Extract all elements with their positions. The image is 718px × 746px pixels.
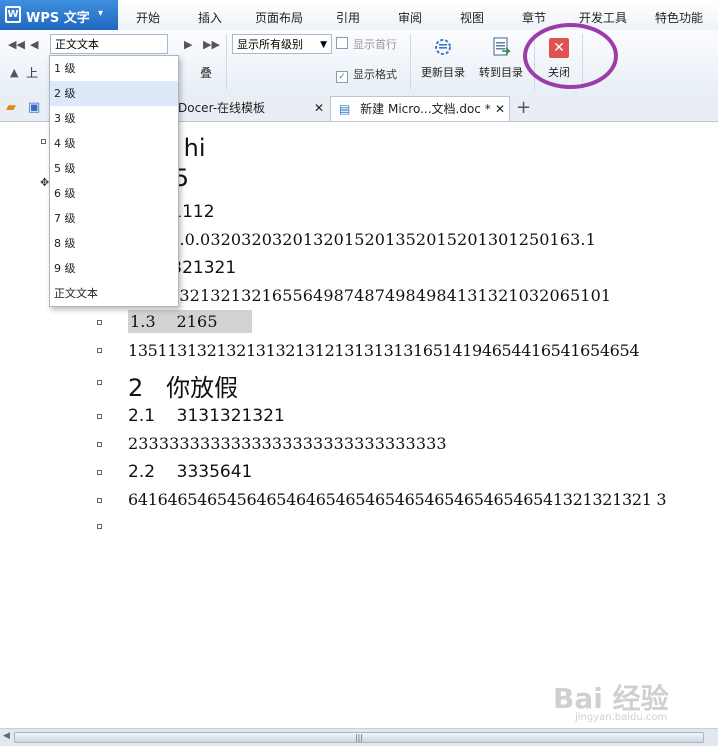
outline-line[interactable]: 2 你放假 bbox=[128, 368, 238, 403]
open-folder-icon[interactable]: ▰ bbox=[6, 100, 16, 115]
level-option-7[interactable]: 7 级 bbox=[50, 206, 178, 231]
goto-toc-label: 转到目录 bbox=[479, 66, 523, 79]
scroll-left-arrow-icon[interactable]: ◀ bbox=[3, 731, 10, 741]
doc-tab-docer[interactable]: Docer-在线模板 ✕ bbox=[178, 96, 328, 121]
level-option-1[interactable]: 1 级 bbox=[50, 56, 178, 81]
level-option-6[interactable]: 6 级 bbox=[50, 181, 178, 206]
outline-line[interactable]: 2.1 3131321321 bbox=[128, 406, 285, 426]
outline-bullet[interactable] bbox=[97, 348, 102, 353]
outline-bullet[interactable] bbox=[97, 380, 102, 385]
level-option-body-text[interactable]: 正文文本 bbox=[50, 281, 178, 306]
check-icon: ✓ bbox=[336, 71, 348, 83]
outline-bullet[interactable] bbox=[97, 524, 102, 529]
save-icon[interactable]: ▣ bbox=[28, 100, 40, 115]
wps-logo-icon: W bbox=[5, 6, 21, 23]
outline-line[interactable]: 2333333333333333333333333333333 bbox=[128, 434, 447, 453]
doc-tab-label: Docer-在线模板 bbox=[178, 101, 266, 115]
app-brand: WPS 文字 bbox=[26, 11, 90, 26]
doc-tab-new-document[interactable]: ▤ 新建 Micro...文档.doc * ✕ bbox=[330, 96, 510, 121]
outline-line[interactable]: 2132132132132165564987487498498413132103… bbox=[128, 286, 611, 305]
show-first-line-checkbox[interactable]: 显示首行 bbox=[336, 36, 397, 52]
move-up-icon[interactable]: ▲ bbox=[10, 66, 18, 79]
promote-to-heading1-icon[interactable]: ◀◀ bbox=[8, 38, 25, 51]
horizontal-scrollbar[interactable]: ◀ ||| bbox=[0, 728, 718, 746]
tab-page-layout[interactable]: 页面布局 bbox=[255, 9, 303, 26]
menu-bar: W WPS 文字 ▾ 开始 插入 页面布局 引用 审阅 视图 章节 开发工具 特… bbox=[0, 0, 718, 31]
baidu-watermark-url: jingyan.baidu.com bbox=[575, 712, 668, 723]
outline-bullet[interactable] bbox=[97, 320, 102, 325]
tab-view[interactable]: 视图 bbox=[460, 9, 484, 26]
show-format-checkbox[interactable]: ✓ 显示格式 bbox=[336, 66, 397, 83]
goto-toc-icon bbox=[493, 37, 511, 56]
goto-toc-button[interactable]: 转到目录 bbox=[476, 36, 526, 80]
show-first-line-label: 显示首行 bbox=[353, 38, 397, 51]
update-toc-button[interactable]: 更新目录 bbox=[418, 36, 468, 80]
outline-bullet[interactable] bbox=[97, 414, 102, 419]
show-level-value: 显示所有级别 bbox=[237, 38, 303, 51]
outline-bullet[interactable] bbox=[41, 139, 46, 144]
toolbar-separator bbox=[226, 34, 227, 90]
new-tab-plus-icon[interactable]: + bbox=[516, 97, 531, 118]
promote-icon[interactable]: ◀ bbox=[30, 38, 38, 51]
doc-tab-label: 新建 Micro...文档.doc * bbox=[360, 102, 491, 116]
tab-developer[interactable]: 开发工具 bbox=[579, 9, 627, 26]
demote-icon[interactable]: ▶ bbox=[184, 38, 192, 51]
level-option-9[interactable]: 9 级 bbox=[50, 256, 178, 281]
wps-app-menu-button[interactable]: W WPS 文字 ▾ bbox=[0, 0, 118, 30]
update-toc-label: 更新目录 bbox=[421, 66, 465, 79]
outline-line[interactable]: 03020.0.03203203201320152013520152013012… bbox=[128, 230, 596, 249]
show-format-label: 显示格式 bbox=[353, 68, 397, 81]
tab-home[interactable]: 开始 bbox=[136, 9, 160, 26]
level-option-5[interactable]: 5 级 bbox=[50, 156, 178, 181]
close-tab-icon[interactable]: ✕ bbox=[495, 97, 505, 122]
outline-level-select[interactable]: 正文文本 bbox=[50, 34, 168, 54]
annotation-circle bbox=[523, 23, 618, 89]
level-option-8[interactable]: 8 级 bbox=[50, 231, 178, 256]
level-option-2[interactable]: 2 级 bbox=[50, 81, 178, 106]
collapse-label[interactable]: 叠 bbox=[200, 64, 212, 81]
baidu-watermark: Bai 经验 bbox=[553, 682, 669, 715]
outline-line-selected[interactable]: 1.3 2165 bbox=[128, 310, 252, 333]
scrollbar-thumb[interactable]: ||| bbox=[14, 732, 704, 743]
outline-line[interactable]: 2.2 3335641 bbox=[128, 462, 252, 482]
level-option-4[interactable]: 4 级 bbox=[50, 131, 178, 156]
chevron-down-icon: ▼ bbox=[320, 40, 327, 50]
chevron-down-icon: ▾ bbox=[98, 8, 104, 19]
move-cursor-icon: ✥ bbox=[40, 176, 50, 189]
tab-references[interactable]: 引用 bbox=[336, 9, 360, 26]
outline-level-dropdown: 1 级 2 级 3 级 4 级 5 级 6 级 7 级 8 级 9 级 正文文本 bbox=[49, 55, 179, 307]
outline-line[interactable]: 1351131321321313213121313131316514194654… bbox=[128, 341, 640, 360]
tab-special-features[interactable]: 特色功能 bbox=[655, 9, 703, 26]
close-tab-icon[interactable]: ✕ bbox=[314, 96, 324, 121]
toolbar-separator bbox=[410, 34, 411, 90]
document-icon: ▤ bbox=[339, 102, 351, 116]
outline-bullet[interactable] bbox=[97, 470, 102, 475]
outline-line[interactable]: 6416465465456465464654654654654654654654… bbox=[128, 490, 667, 509]
outline-bullet[interactable] bbox=[97, 498, 102, 503]
show-level-select[interactable]: 显示所有级别 ▼ bbox=[232, 34, 332, 54]
tab-insert[interactable]: 插入 bbox=[198, 9, 222, 26]
move-up-label[interactable]: 上 bbox=[26, 64, 38, 81]
outline-bullet[interactable] bbox=[97, 442, 102, 447]
refresh-toc-icon bbox=[435, 39, 451, 55]
tab-review[interactable]: 审阅 bbox=[398, 9, 422, 26]
demote-to-body-icon[interactable]: ▶▶ bbox=[203, 38, 220, 51]
level-option-3[interactable]: 3 级 bbox=[50, 106, 178, 131]
tab-section[interactable]: 章节 bbox=[522, 9, 546, 26]
checkbox-box bbox=[336, 37, 348, 49]
